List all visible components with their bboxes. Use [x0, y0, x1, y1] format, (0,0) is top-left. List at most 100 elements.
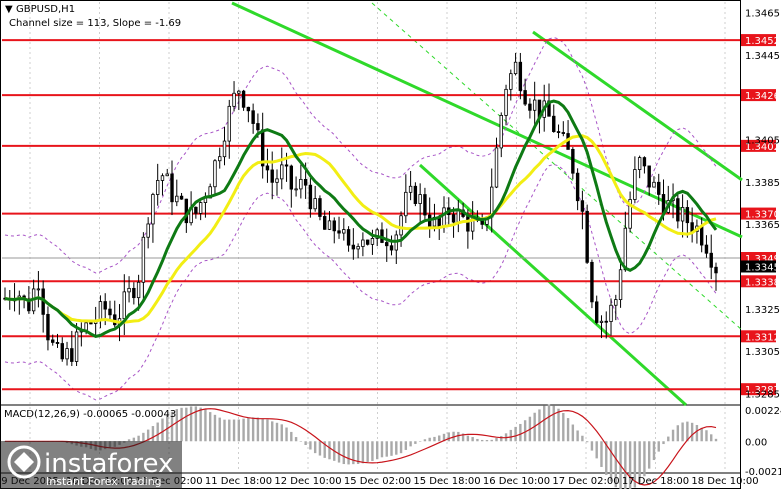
level-tag: 1.3426	[745, 91, 780, 102]
macd-bar	[457, 431, 460, 442]
macd-bar	[495, 437, 498, 442]
macd-bar	[275, 422, 279, 442]
macd-bar	[213, 414, 217, 442]
macd-bar	[409, 441, 412, 447]
macd-bar	[366, 441, 369, 462]
macd-bar	[547, 404, 551, 442]
price-axis-label: 1.3305	[745, 347, 780, 358]
macd-bar	[414, 441, 417, 444]
macd-bar	[657, 441, 660, 452]
macd-bar	[337, 441, 341, 463]
watermark: instaforex Instant Forex Trading	[0, 441, 182, 489]
macd-bar	[681, 422, 684, 442]
macd-bar	[695, 424, 699, 442]
candle	[318, 195, 322, 221]
collapse-arrow-icon[interactable]: ▼	[5, 4, 13, 15]
macd-bar	[509, 429, 513, 442]
current-price-tag: 1.3345	[745, 262, 780, 273]
macd-bar	[161, 418, 164, 442]
macd-bar	[590, 441, 594, 451]
macd-bar	[595, 441, 598, 459]
macd-bar	[447, 432, 450, 442]
macd-bar	[404, 441, 408, 450]
macd-bar	[218, 417, 221, 442]
macd-bar	[500, 436, 503, 442]
macd-bar	[667, 436, 670, 442]
macd-bar	[137, 435, 140, 442]
macd-bar	[485, 440, 489, 442]
macd-bar	[399, 441, 403, 454]
time-axis-label: 15 Dec 02:00	[344, 476, 411, 487]
macd-bar	[127, 439, 131, 442]
candle	[590, 259, 594, 309]
chart-window[interactable]: 1.3452 1.3426 1.3402 1.3370 1.3338 1.3312 1.32…	[0, 0, 781, 489]
macd-bar	[585, 441, 589, 443]
macd-bar	[476, 438, 479, 442]
macd-bar	[185, 407, 188, 442]
price-axis-label: 1.3365	[745, 220, 780, 231]
macd-label: MACD(12,26,9) -0.00065 -0.00043	[4, 409, 176, 420]
macd-bar	[423, 439, 427, 442]
macd-axis-label: 0.00224	[745, 406, 781, 417]
macd-bar	[647, 441, 651, 469]
time-axis-label: 11 Dec 18:00	[205, 476, 272, 487]
macd-bar	[223, 419, 226, 442]
symbol-title: GBPUSD,H1	[16, 4, 75, 15]
macd-bar	[690, 422, 694, 442]
macd-bar	[376, 441, 379, 460]
macd-bar	[204, 409, 207, 442]
macd-bar	[671, 429, 675, 442]
macd-bar	[480, 439, 484, 442]
macd-bar	[151, 426, 155, 442]
candle	[585, 204, 589, 264]
level-tag: 1.3370	[745, 210, 780, 221]
macd-bar	[710, 434, 713, 442]
macd-bar	[342, 441, 345, 465]
macd-bar	[428, 437, 431, 442]
macd-bar	[290, 431, 293, 442]
macd-bar	[247, 418, 250, 442]
time-axis-label: 16 Dec 10:00	[483, 476, 550, 487]
macd-bar	[418, 441, 422, 442]
macd-bar	[299, 440, 303, 442]
macd-bar	[180, 407, 183, 442]
macd-bar	[514, 426, 517, 442]
macd-bar	[285, 427, 288, 442]
macd-bar	[395, 441, 398, 455]
current-price: 1.3345	[741, 260, 780, 273]
macd-bar	[390, 441, 393, 456]
time-axis-label: 18 Dec 10:00	[691, 476, 758, 487]
price-axis-label: 1.3465	[745, 9, 780, 20]
macd-bar	[242, 418, 245, 442]
candle	[365, 239, 370, 246]
macd-bar	[256, 417, 260, 442]
macd-bar	[662, 441, 665, 445]
macd-bar	[189, 406, 193, 442]
level-tag: 1.3452	[745, 36, 780, 47]
price-chart[interactable]: 1.34521.34261.34021.33701.33381.33121.32…	[0, 0, 781, 489]
macd-bar	[313, 441, 317, 454]
macd-bar	[304, 441, 307, 445]
macd-bar	[208, 412, 212, 442]
macd-bar	[714, 438, 718, 442]
macd-bar	[199, 407, 202, 442]
macd-bar	[266, 419, 269, 442]
macd-bar	[643, 441, 646, 477]
macd-bar	[309, 441, 312, 450]
macd-bar	[142, 432, 145, 442]
macd-bar	[557, 408, 560, 442]
macd-bar	[581, 435, 584, 442]
time-axis-label: 15 Dec 18:00	[413, 476, 480, 487]
price-axis-label: 1.3445	[745, 51, 780, 62]
macd-bar	[676, 425, 680, 442]
macd-bar	[433, 436, 436, 442]
macd-bar	[156, 422, 159, 442]
time-axis-label: 17 Dec 18:00	[622, 476, 689, 487]
macd-bar	[700, 427, 703, 442]
price-axis-label: 1.3405	[745, 136, 780, 147]
macd-bar	[280, 424, 283, 442]
macd-bar	[347, 441, 350, 465]
macd-bar	[271, 421, 274, 442]
macd-bar	[318, 441, 322, 456]
macd-bar	[294, 437, 298, 442]
